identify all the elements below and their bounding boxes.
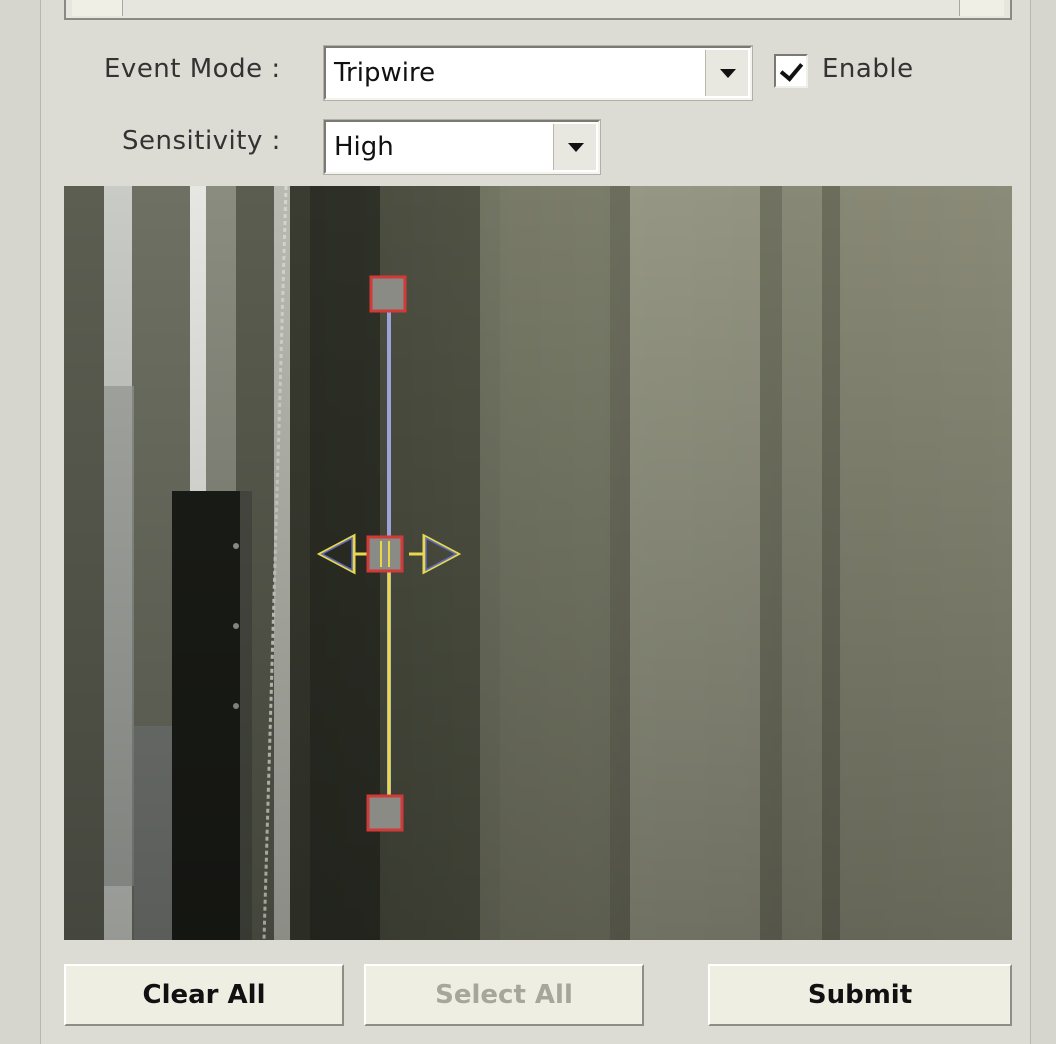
enable-label: Enable [822, 54, 914, 84]
sensitivity-value: High [334, 132, 394, 162]
scroll-right-button[interactable] [959, 0, 1004, 16]
clear-all-button[interactable]: Clear All [64, 964, 344, 1026]
event-mode-label: Event Mode : [104, 54, 281, 84]
sensitivity-dropdown-button[interactable] [553, 124, 596, 170]
tripwire-bottom-handle[interactable] [366, 794, 404, 832]
sensitivity-select[interactable]: High [323, 119, 601, 175]
event-mode-dropdown-button[interactable] [705, 50, 748, 96]
top-scrollbar[interactable] [64, 0, 1012, 20]
tripwire-center-handle[interactable] [366, 535, 404, 573]
camera-image [64, 186, 1012, 940]
right-frame [1030, 0, 1056, 1044]
chevron-down-icon [568, 143, 584, 152]
event-mode-value: Tripwire [334, 58, 436, 88]
checkmark-icon [779, 57, 804, 82]
left-frame [0, 0, 41, 1044]
scroll-left-button[interactable] [72, 0, 123, 16]
camera-view[interactable] [64, 186, 1012, 940]
select-all-button[interactable]: Select All [364, 964, 644, 1026]
sensitivity-label: Sensitivity : [122, 126, 281, 156]
event-mode-select[interactable]: Tripwire [323, 45, 753, 101]
enable-checkbox[interactable] [774, 54, 808, 88]
chevron-down-icon [720, 69, 736, 78]
submit-button[interactable]: Submit [708, 964, 1012, 1026]
tripwire-top-handle[interactable] [369, 275, 407, 313]
